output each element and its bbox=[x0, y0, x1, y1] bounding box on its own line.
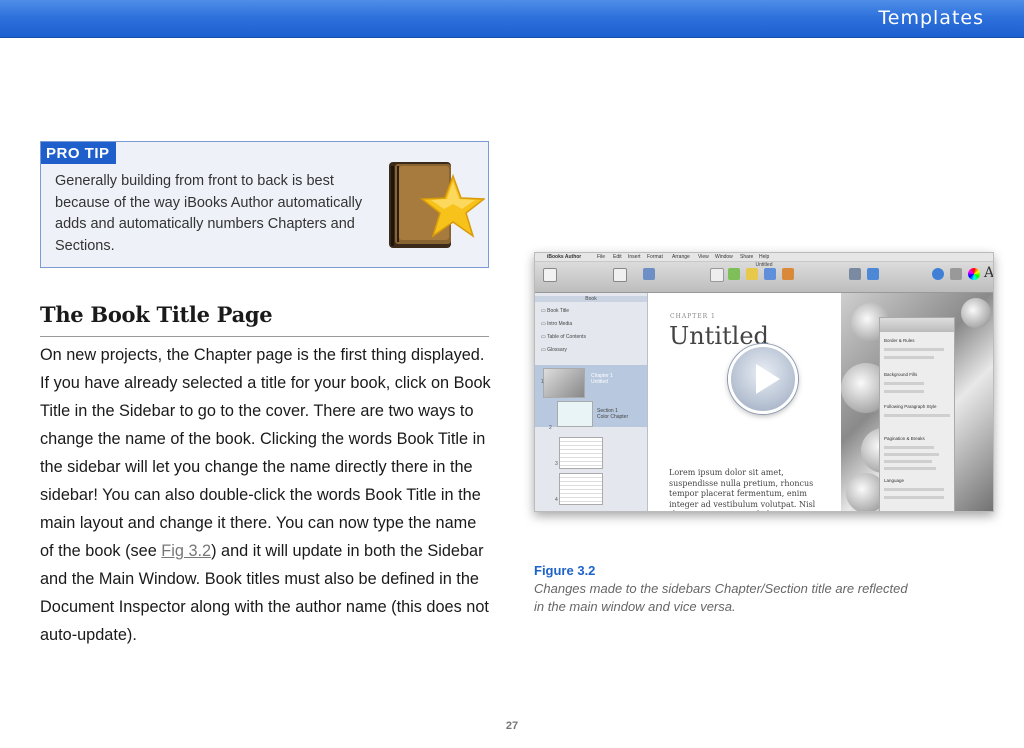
section-heading: The Book Title Page bbox=[40, 302, 273, 327]
shapes-icon bbox=[728, 268, 740, 280]
page-number-2: 2 bbox=[549, 425, 552, 431]
widgets-icon bbox=[782, 268, 794, 280]
section-thumbnail bbox=[557, 401, 593, 427]
figure-link[interactable]: Fig 3.2 bbox=[161, 542, 211, 560]
screenshot-menu-item: Help bbox=[759, 254, 770, 260]
header-title: Templates bbox=[878, 7, 984, 29]
lorem-text: Lorem ipsum dolor sit amet, suspendisse … bbox=[669, 468, 816, 511]
screenshot-menu-item: Arrange bbox=[672, 254, 690, 260]
add-page-icon bbox=[543, 268, 557, 282]
screenshot-menu-item: Format bbox=[647, 254, 663, 260]
colors-icon bbox=[968, 268, 980, 280]
section-item-label: Section 1 Color Chapter bbox=[597, 408, 629, 420]
chapter-label: CHAPTER 1 bbox=[670, 313, 716, 320]
screenshot-menu-item: iBooks Author bbox=[547, 254, 582, 260]
inspector-pagination: Pagination & Breaks bbox=[884, 436, 925, 441]
screenshot-toolbar: Untitled A bbox=[535, 262, 993, 293]
screenshot-window-title: Untitled bbox=[755, 262, 773, 268]
inspector-background-fills: Background Fills bbox=[884, 372, 918, 377]
inspector-icon bbox=[932, 268, 944, 280]
screenshot-menubar: iBooks Author File Edit Insert Format Arrange… bbox=[535, 253, 993, 262]
inspector-tabs bbox=[880, 318, 954, 332]
inspector-following-style: Following Paragraph Style bbox=[884, 404, 937, 409]
page-number-4: 4 bbox=[555, 497, 558, 503]
view-icon bbox=[613, 268, 627, 282]
textbox-icon bbox=[710, 268, 724, 282]
figure-number: Figure 3.2 bbox=[534, 563, 596, 578]
heading-divider bbox=[40, 336, 489, 337]
page-number-1: 1 bbox=[541, 379, 544, 385]
page-thumbnail-4 bbox=[559, 473, 603, 505]
body-paragraph: On new projects, the Chapter page is the… bbox=[40, 341, 492, 649]
fonts-icon: A bbox=[984, 265, 994, 281]
page-number-3: 3 bbox=[555, 461, 558, 467]
sidebar-header: Book bbox=[535, 296, 647, 302]
sidebar-item-glossary: ▭ Glossary bbox=[541, 347, 567, 353]
sidebar-item-intro-media: ▭ Intro Media bbox=[541, 321, 573, 327]
pro-tip-box: PRO TIP Generally building from front to… bbox=[40, 141, 489, 268]
inspector-language: Language bbox=[884, 478, 905, 483]
document-inspector-panel: Border & Rules Background Fills Followin… bbox=[879, 317, 955, 511]
screenshot-menu-item: File bbox=[597, 254, 606, 260]
figure-caption: Changes made to the sidebars Chapter/Sec… bbox=[534, 581, 908, 614]
table-icon bbox=[746, 268, 758, 280]
inspector-border-rules: Border & Rules bbox=[884, 338, 915, 343]
screenshot-menu-item: Share bbox=[740, 254, 754, 260]
publish-icon bbox=[867, 268, 879, 280]
media-icon bbox=[950, 268, 962, 280]
screenshot-menu-item: Edit bbox=[613, 254, 622, 260]
screenshot-sidebar: Book ▭ Book Title ▭ Intro Media ▭ Table … bbox=[535, 293, 648, 511]
preview-icon bbox=[849, 268, 861, 280]
screenshot-menu-item: Insert bbox=[628, 254, 641, 260]
sidebar-item-toc: ▭ Table of Contents bbox=[541, 334, 586, 340]
header-bar: Templates bbox=[0, 0, 1024, 38]
screenshot-menu-item: Window bbox=[715, 254, 733, 260]
play-video-button[interactable] bbox=[728, 344, 798, 414]
chapter-item-label: Chapter 1 Untitled bbox=[591, 373, 613, 385]
orientation-icon bbox=[643, 268, 655, 280]
pro-tip-text: Generally building from front to back is… bbox=[55, 173, 363, 254]
page-number: 27 bbox=[505, 720, 519, 732]
sidebar-item-book-title: ▭ Book Title bbox=[541, 308, 570, 314]
ibooks-author-icon bbox=[389, 162, 485, 248]
body-text-part1: On new projects, the Chapter page is the… bbox=[40, 346, 491, 560]
chapter-thumbnail bbox=[543, 368, 585, 398]
pro-tip-label: PRO TIP bbox=[41, 142, 116, 164]
charts-icon bbox=[764, 268, 776, 280]
screenshot-menu-item: View bbox=[698, 254, 709, 260]
page-thumbnail-3 bbox=[559, 437, 603, 469]
